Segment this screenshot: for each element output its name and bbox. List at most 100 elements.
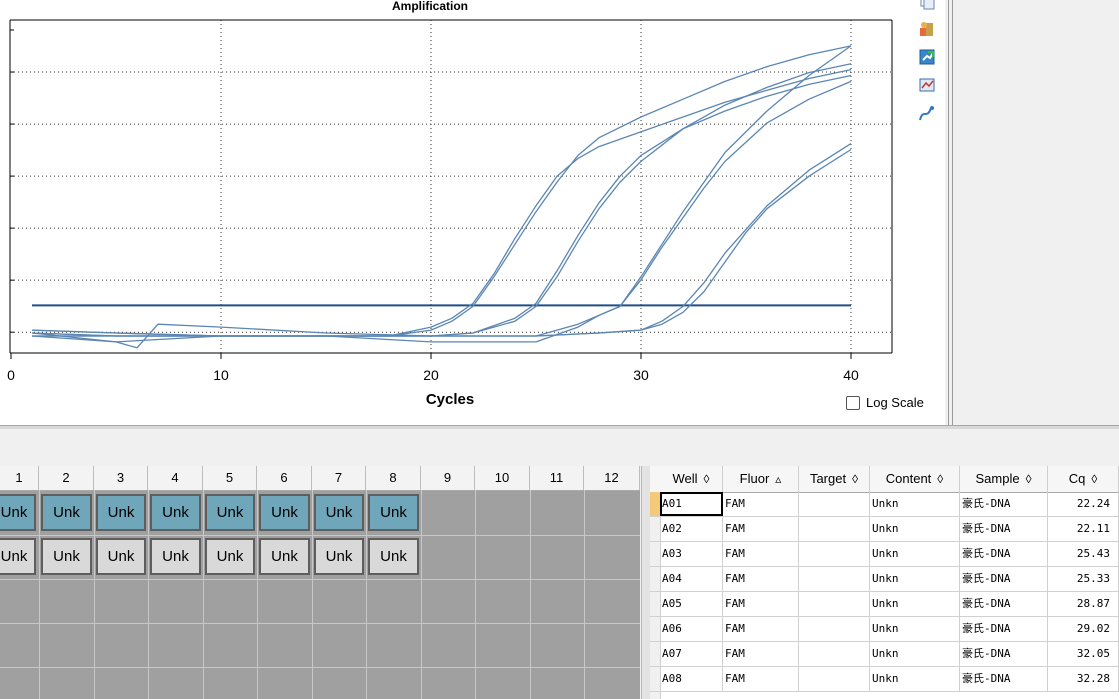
copy-icon[interactable] bbox=[918, 0, 936, 10]
cell-cq[interactable]: 32.28 bbox=[1048, 667, 1119, 691]
column-header-fluor[interactable]: Fluor ▵ bbox=[723, 466, 799, 492]
amplification-curve-a06[interactable] bbox=[31, 80, 852, 343]
cell-well[interactable]: A05 bbox=[660, 592, 723, 616]
amplification-curve-a03[interactable] bbox=[32, 63, 852, 337]
cell-well[interactable]: A02 bbox=[660, 517, 723, 541]
sort-icon[interactable]: ◊ bbox=[852, 472, 858, 486]
cell-target[interactable] bbox=[799, 517, 870, 541]
plate-well-a5[interactable]: Unk bbox=[205, 494, 255, 531]
cell-sample[interactable]: 豪氏-DNA bbox=[960, 492, 1048, 516]
cell-target[interactable] bbox=[799, 592, 870, 616]
plate-well-a3[interactable]: Unk bbox=[96, 494, 146, 531]
plate-well-b7[interactable]: Unk bbox=[314, 538, 364, 575]
plate-scrollbar[interactable] bbox=[640, 466, 651, 699]
amplification-curve-a08[interactable] bbox=[31, 148, 852, 337]
cell-well[interactable]: A04 bbox=[660, 567, 723, 591]
sort-icon[interactable]: ◊ bbox=[1026, 472, 1032, 486]
plate-col-header[interactable]: 7 bbox=[312, 466, 366, 490]
plate-well-a4[interactable]: Unk bbox=[150, 494, 201, 531]
cell-fluor[interactable]: FAM bbox=[723, 592, 799, 616]
plate-well-a1[interactable]: Unk bbox=[0, 494, 36, 531]
plate-well-b1[interactable]: Unk bbox=[0, 538, 36, 575]
table-row[interactable]: A08 FAM Unkn 豪氏-DNA 32.28 bbox=[650, 667, 1119, 692]
cell-cq[interactable]: 32.05 bbox=[1048, 642, 1119, 666]
cell-content[interactable]: Unkn bbox=[870, 542, 960, 566]
cell-sample[interactable]: 豪氏-DNA bbox=[960, 542, 1048, 566]
plate-col-header[interactable]: 8 bbox=[366, 466, 421, 490]
plate-col-header[interactable]: 6 bbox=[257, 466, 312, 490]
cell-target[interactable] bbox=[799, 567, 870, 591]
cell-sample[interactable]: 豪氏-DNA bbox=[960, 667, 1048, 691]
cell-fluor[interactable]: FAM bbox=[723, 617, 799, 641]
plate-col-header[interactable]: 9 bbox=[421, 466, 475, 490]
sort-icon[interactable]: ◊ bbox=[704, 472, 710, 486]
cell-sample[interactable]: 豪氏-DNA bbox=[960, 517, 1048, 541]
sort-ascending-icon[interactable]: ▵ bbox=[775, 472, 781, 486]
plate-col-header[interactable]: 4 bbox=[148, 466, 203, 490]
cell-well[interactable]: A03 bbox=[660, 542, 723, 566]
cell-sample[interactable]: 豪氏-DNA bbox=[960, 617, 1048, 641]
chart-settings-icon[interactable] bbox=[918, 76, 936, 94]
plate-col-header[interactable]: 11 bbox=[530, 466, 584, 490]
export-graph-icon[interactable] bbox=[918, 48, 936, 66]
cell-well[interactable]: A06 bbox=[660, 617, 723, 641]
plate-well-b5[interactable]: Unk bbox=[205, 538, 255, 575]
table-row[interactable]: A03 FAM Unkn 豪氏-DNA 25.43 bbox=[650, 542, 1119, 567]
export-icon[interactable] bbox=[918, 20, 936, 38]
table-row[interactable]: A06 FAM Unkn 豪氏-DNA 29.02 bbox=[650, 617, 1119, 642]
cell-cq[interactable]: 25.43 bbox=[1048, 542, 1119, 566]
plate-well-b4[interactable]: Unk bbox=[150, 538, 201, 575]
vertical-splitter[interactable] bbox=[945, 0, 957, 425]
cell-cq[interactable]: 29.02 bbox=[1048, 617, 1119, 641]
log-scale-checkbox[interactable] bbox=[846, 395, 860, 410]
sort-icon[interactable]: ◊ bbox=[1091, 472, 1097, 486]
cell-target[interactable] bbox=[799, 542, 870, 566]
plate-col-header[interactable]: 3 bbox=[94, 466, 148, 490]
plate-col-header[interactable]: 12 bbox=[584, 466, 640, 490]
cell-cq[interactable]: 25.33 bbox=[1048, 567, 1119, 591]
table-row[interactable]: A02 FAM Unkn 豪氏-DNA 22.11 bbox=[650, 517, 1119, 542]
cell-cq[interactable]: 28.87 bbox=[1048, 592, 1119, 616]
cell-target[interactable] bbox=[799, 642, 870, 666]
column-header-content[interactable]: Content ◊ bbox=[870, 466, 960, 492]
cell-target[interactable] bbox=[799, 492, 870, 516]
plate-well-a2[interactable]: Unk bbox=[41, 494, 92, 531]
cell-fluor[interactable]: FAM bbox=[723, 517, 799, 541]
amplification-curve-a01[interactable] bbox=[31, 45, 852, 337]
column-header-cq[interactable]: Cq ◊ bbox=[1048, 466, 1119, 492]
plate-well-b3[interactable]: Unk bbox=[96, 538, 146, 575]
plate-col-header[interactable]: 10 bbox=[475, 466, 530, 490]
plate-well-b8[interactable]: Unk bbox=[368, 538, 419, 575]
cell-fluor[interactable]: FAM bbox=[723, 642, 799, 666]
plate-well-a8[interactable]: Unk bbox=[368, 494, 419, 531]
cell-cq[interactable]: 22.11 bbox=[1048, 517, 1119, 541]
cell-target[interactable] bbox=[799, 617, 870, 641]
cell-well[interactable]: A07 bbox=[660, 642, 723, 666]
column-header-sample[interactable]: Sample ◊ bbox=[960, 466, 1048, 492]
amplification-curve-a07[interactable] bbox=[31, 143, 852, 349]
cell-content[interactable]: Unkn bbox=[870, 592, 960, 616]
cell-content[interactable]: Unkn bbox=[870, 617, 960, 641]
cell-sample[interactable]: 豪氏-DNA bbox=[960, 642, 1048, 666]
cell-well[interactable]: A01 bbox=[660, 492, 723, 516]
cell-cq[interactable]: 22.24 bbox=[1048, 492, 1119, 516]
plate-well-a6[interactable]: Unk bbox=[259, 494, 310, 531]
curve-tool-icon[interactable] bbox=[918, 104, 936, 122]
cell-fluor[interactable]: FAM bbox=[723, 567, 799, 591]
column-header-well[interactable]: Well ◊ bbox=[660, 466, 723, 492]
table-row[interactable]: A07 FAM Unkn 豪氏-DNA 32.05 bbox=[650, 642, 1119, 667]
cell-sample[interactable]: 豪氏-DNA bbox=[960, 567, 1048, 591]
column-header-target[interactable]: Target ◊ bbox=[799, 466, 870, 492]
plate-well-b6[interactable]: Unk bbox=[259, 538, 310, 575]
table-row[interactable]: A01 FAM Unkn 豪氏-DNA 22.24 bbox=[650, 492, 1119, 517]
cell-well[interactable]: A08 bbox=[660, 667, 723, 691]
plate-col-header[interactable]: 1 bbox=[0, 466, 39, 490]
cell-fluor[interactable]: FAM bbox=[723, 542, 799, 566]
cell-content[interactable]: Unkn bbox=[870, 492, 960, 516]
cell-content[interactable]: Unkn bbox=[870, 567, 960, 591]
cell-target[interactable] bbox=[799, 667, 870, 691]
sort-icon[interactable]: ◊ bbox=[937, 472, 943, 486]
table-row[interactable]: A04 FAM Unkn 豪氏-DNA 25.33 bbox=[650, 567, 1119, 592]
plate-well-b2[interactable]: Unk bbox=[41, 538, 92, 575]
plate-col-header[interactable]: 2 bbox=[39, 466, 94, 490]
